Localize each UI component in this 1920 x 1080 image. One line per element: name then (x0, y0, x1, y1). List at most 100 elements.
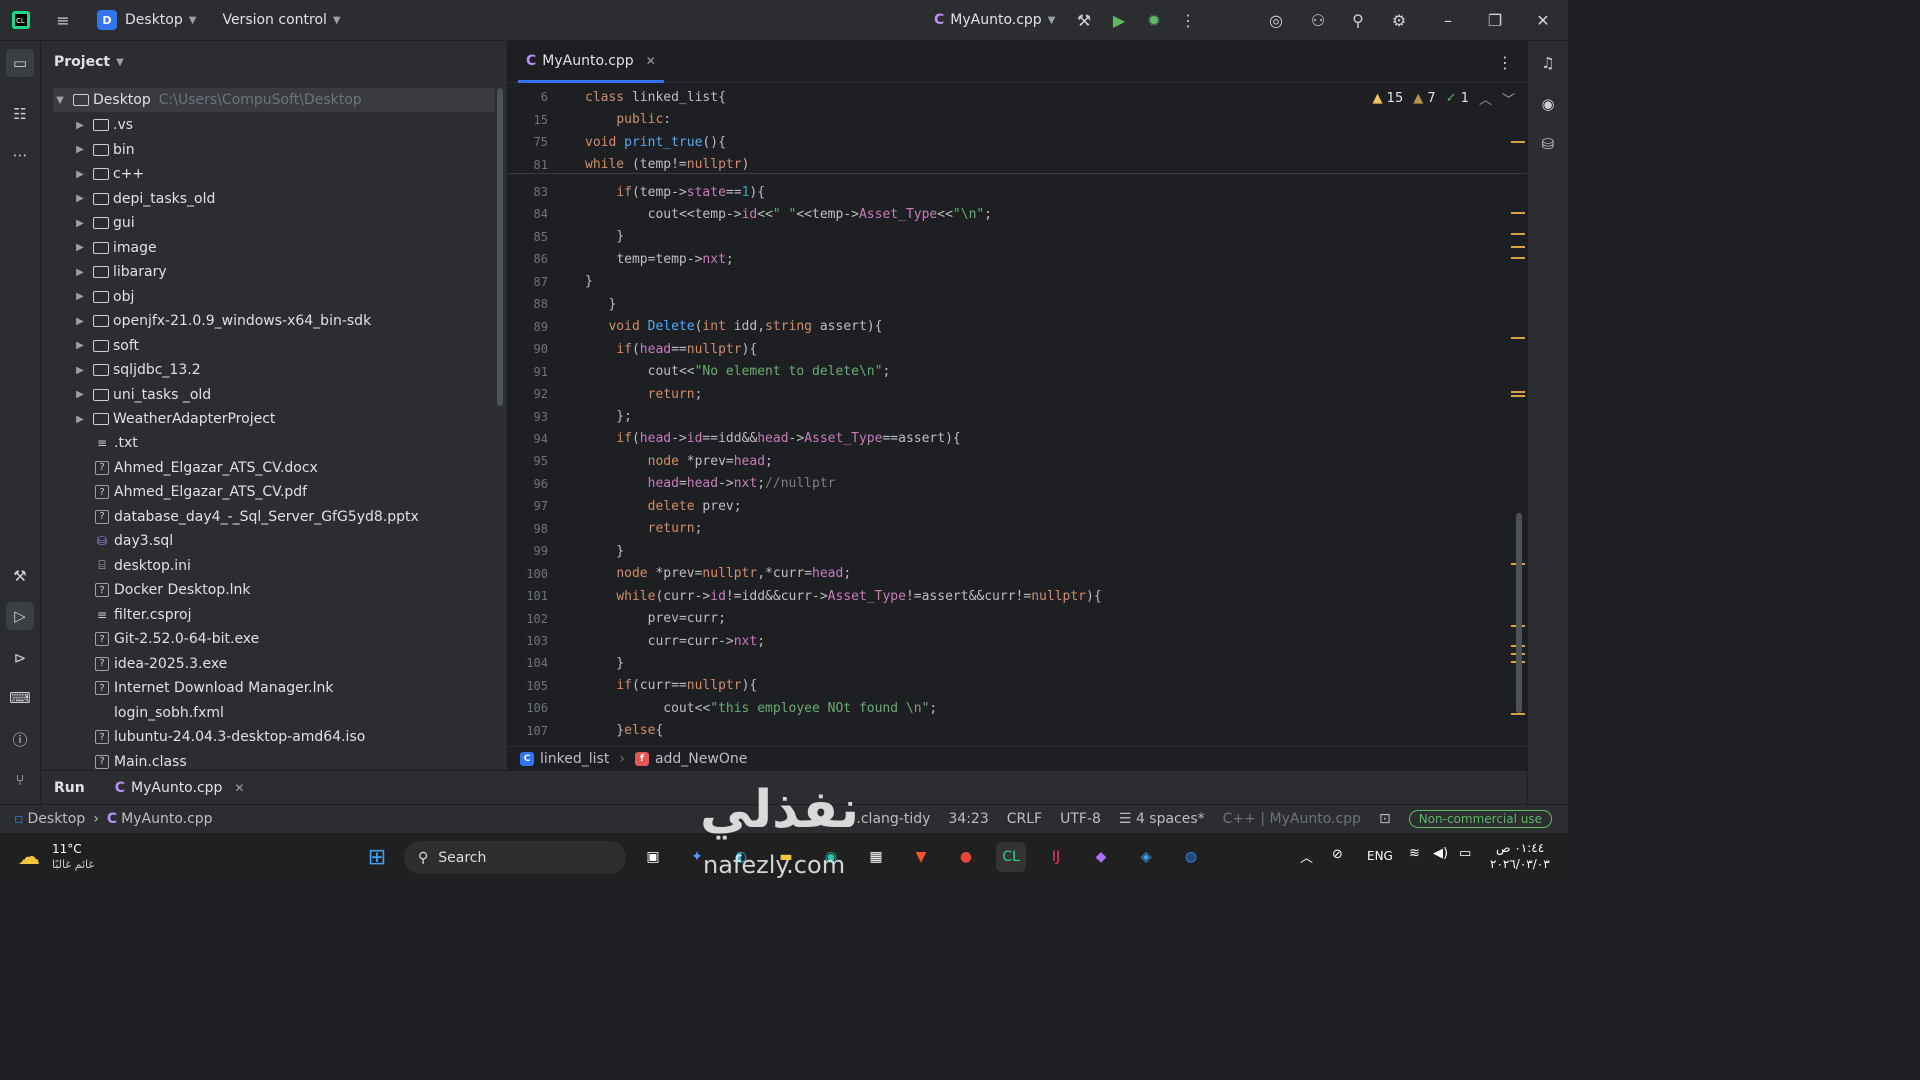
code-line[interactable]: 91 cout<<"No element to delete\n"; (508, 361, 891, 383)
error-stripe-mark[interactable] (1511, 233, 1525, 235)
code-line[interactable]: 86 temp=temp->nxt; (508, 248, 734, 270)
code-line[interactable]: 102 prev=curr; (508, 608, 726, 630)
project-panel-header[interactable]: Project ▼ (41, 41, 507, 83)
code-line[interactable]: 103 curr=curr->nxt; (508, 630, 765, 652)
tab-myaunto-cpp[interactable]: C MyAunto.cpp ✕ (518, 41, 664, 83)
volume-icon[interactable]: ◀) (1433, 846, 1448, 861)
git-branch-icon[interactable]: ⑂ (6, 766, 34, 794)
code-line[interactable]: 90 if(head==nullptr){ (508, 338, 758, 360)
tree-file[interactable]: ? idea-2025.3.exe (95, 652, 227, 676)
line-separator[interactable]: CRLF (1007, 811, 1042, 827)
weather-cloud-icon[interactable]: ☁ (18, 845, 40, 870)
tree-folder[interactable]: ▶ depi_tasks_old (73, 187, 215, 211)
clion-logo-icon[interactable]: CL (3, 2, 39, 38)
tree-folder[interactable]: ▶ gui (73, 211, 135, 235)
license-badge[interactable]: Non-commercial use (1408, 810, 1552, 828)
code-line[interactable]: 94 if(head->id==idd&&head->Asset_Type==a… (508, 428, 961, 450)
clang-tidy-status[interactable]: .clang-tidy (856, 811, 930, 827)
code-line[interactable]: 93 }; (508, 406, 632, 428)
no-location-icon[interactable]: ⊘ (1332, 847, 1343, 862)
close-run-tab-icon[interactable]: ✕ (234, 781, 244, 795)
tree-folder[interactable]: ▶ c++ (73, 162, 144, 186)
expand-arrow-icon[interactable]: ▶ (73, 120, 87, 131)
more-tools-icon[interactable]: ⋯ (6, 141, 34, 169)
caret-position[interactable]: 34:23 (948, 811, 988, 827)
tree-file[interactable]: ⛁ day3.sql (95, 529, 173, 553)
code-line[interactable]: 85 } (508, 226, 625, 248)
restore-window-icon[interactable]: ❐ (1477, 2, 1513, 38)
chrome-icon[interactable]: ● (951, 842, 981, 872)
code-line[interactable]: 92 return; (508, 383, 703, 405)
code-line[interactable]: 106 cout<<"this employee NOt found \n"; (508, 697, 937, 719)
indent-setting[interactable]: ☰ 4 spaces* (1119, 811, 1205, 827)
project-scrollbar[interactable] (497, 88, 503, 406)
code-line[interactable]: 101 while(curr->id!=idd&&curr->Asset_Typ… (508, 585, 1101, 607)
error-stripe-mark[interactable] (1511, 246, 1525, 248)
tree-file[interactable]: ? Git-2.52.0-64-bit.exe (95, 627, 259, 651)
status-crumb-file[interactable]: MyAunto.cpp (121, 811, 212, 827)
error-stripe-mark[interactable] (1511, 713, 1525, 715)
close-tab-icon[interactable]: ✕ (646, 54, 656, 68)
code-line[interactable]: 89 void Delete(int idd,string assert){ (508, 316, 883, 338)
tree-folder[interactable]: ▶ image (73, 236, 156, 260)
code-line[interactable]: 84 cout<<temp->id<<" "<<temp->Asset_Type… (508, 203, 993, 225)
expand-arrow-icon[interactable]: ▶ (73, 316, 87, 327)
code-line[interactable]: 83 if(temp->state==1){ (508, 181, 766, 203)
code-line[interactable]: 107 }else{ (508, 720, 663, 742)
error-stripe-mark[interactable] (1511, 391, 1525, 393)
project-selector[interactable]: D Desktop ▼ (89, 0, 204, 41)
tree-file[interactable]: ⌸ desktop.ini (95, 554, 191, 578)
add-user-icon[interactable]: ⚇ (1300, 2, 1336, 38)
tab-options-icon[interactable]: ⋮ (1487, 44, 1523, 80)
input-language[interactable]: ENG (1367, 849, 1393, 863)
tree-file[interactable]: ? Ahmed_Elgazar_ATS_CV.pdf (95, 480, 307, 504)
breadcrumb-method[interactable]: add_NewOne (655, 751, 747, 767)
run-config-selector[interactable]: C MyAunto.cpp ▼ (926, 0, 1063, 41)
tree-folder[interactable]: ▶ openjfx-21.0.9_windows-x64_bin-sdk (73, 309, 371, 333)
minimize-window-icon[interactable]: – (1430, 2, 1466, 38)
error-stripe-mark[interactable] (1511, 257, 1525, 259)
code-line[interactable]: 104 } (508, 652, 624, 674)
error-stripe-mark[interactable] (1511, 337, 1525, 339)
notifications-bell-icon[interactable]: ♫ (1534, 49, 1562, 77)
search-icon[interactable]: ⚲ (1340, 2, 1376, 38)
tree-file[interactable]: ? Ahmed_Elgazar_ATS_CV.docx (95, 456, 318, 480)
database-icon[interactable]: ⛁ (1534, 130, 1562, 158)
vscode-icon[interactable]: ◈ (1131, 842, 1161, 872)
clock-date[interactable]: ٢٠٢٦/٠٣/٠٣ (1490, 857, 1550, 871)
project-folder-icon[interactable]: ▭ (6, 49, 34, 77)
tree-file[interactable]: ≡ .txt (95, 431, 138, 455)
run-panel-label[interactable]: Run (54, 780, 85, 796)
tree-folder[interactable]: ▶ uni_tasks _old (73, 383, 211, 407)
tree-folder[interactable]: ▶ libarary (73, 260, 166, 284)
expand-arrow-icon[interactable]: ▶ (73, 291, 87, 302)
expand-arrow-icon[interactable]: ▶ (73, 340, 87, 351)
brave-icon[interactable]: ▼ (906, 842, 936, 872)
debug-bug-icon[interactable]: ✹ (1136, 2, 1172, 38)
tree-file[interactable]: ? Internet Download Manager.lnk (95, 676, 333, 700)
code-line[interactable]: 98 return; (508, 518, 703, 540)
tree-file[interactable]: ? Docker Desktop.lnk (95, 578, 251, 602)
expand-arrow-icon[interactable]: ▶ (73, 144, 87, 155)
code-line[interactable]: 96 head=head->nxt;//nullptr (508, 473, 836, 495)
settings-gear-icon[interactable]: ⚙ (1381, 2, 1417, 38)
windows-start-icon[interactable]: ⊞ (362, 842, 392, 872)
expand-arrow-icon[interactable]: ▶ (73, 193, 87, 204)
code-line[interactable]: 97 delete prev; (508, 495, 742, 517)
run-tab-label[interactable]: MyAunto.cpp (131, 780, 222, 796)
error-stripe-mark[interactable] (1511, 141, 1525, 143)
build-hammer-icon[interactable]: ⚒ (1066, 2, 1102, 38)
expand-arrow-icon[interactable]: ▶ (73, 169, 87, 180)
tree-folder[interactable]: ▶ obj (73, 285, 134, 309)
microsoft-store-icon[interactable]: ▦ (861, 842, 891, 872)
expand-arrow-icon[interactable]: ▶ (73, 267, 87, 278)
tree-root-desktop[interactable]: ▼ Desktop C:\Users\CompuSoft\Desktop (53, 88, 495, 112)
code-line[interactable]: 100 node *prev=nullptr,*curr=head; (508, 563, 851, 585)
intellij-icon[interactable]: IJ (1041, 842, 1071, 872)
wifi-icon[interactable]: ≋ (1409, 846, 1420, 861)
expand-arrow-icon[interactable]: ▶ (73, 389, 87, 400)
more-actions-icon[interactable]: ⋮ (1170, 2, 1206, 38)
breadcrumb-class[interactable]: linked_list (540, 751, 609, 767)
clion-taskbar-icon[interactable]: CL (996, 842, 1026, 872)
code-line[interactable]: 99 } (508, 540, 625, 562)
